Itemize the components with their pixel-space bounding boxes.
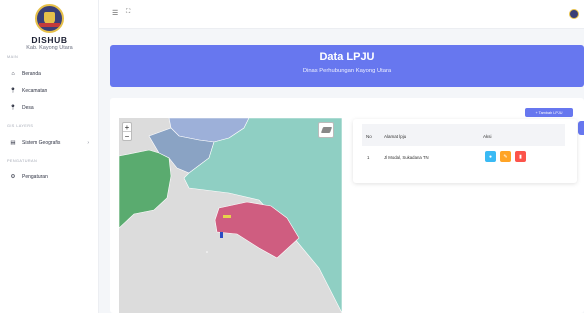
sidebar: DISHUB Kab. Kayong Utara MAIN ⌂ Beranda … <box>0 0 99 313</box>
layers-icon <box>320 127 333 133</box>
section-gis-layers: GIS LAYERS <box>7 124 34 128</box>
zoom-out-button[interactable]: − <box>123 132 131 141</box>
sidebar-item-desa[interactable]: 📍︎ Desa <box>9 104 95 112</box>
sidebar-item-label: Pengaturan <box>22 174 48 180</box>
home-icon: ⌂ <box>11 71 15 77</box>
lpju-marker <box>220 232 223 238</box>
view-button[interactable]: ● <box>485 151 496 162</box>
layers-control[interactable] <box>318 122 334 138</box>
sidebar-item-label: Beranda <box>22 71 41 77</box>
sidebar-item-label: Kecamatan <box>22 88 48 94</box>
hamburger-menu-icon[interactable]: ☰ <box>112 9 118 17</box>
edit-button[interactable]: ✎ <box>500 151 511 162</box>
chevron-right-icon: › <box>87 140 89 146</box>
table-cell-no: 1 <box>367 155 370 160</box>
pin-icon: 📍︎ <box>9 88 17 94</box>
map-view[interactable] <box>119 118 342 313</box>
sidebar-item-pengaturan[interactable]: ⚙ Pengaturan <box>9 173 95 181</box>
user-avatar[interactable] <box>569 9 579 19</box>
fullscreen-icon[interactable]: ⛶ <box>126 9 130 16</box>
sidebar-item-beranda[interactable]: ⌂ Beranda <box>9 70 95 78</box>
column-header-aksi: Aksi <box>483 134 492 139</box>
delete-button[interactable]: ▮ <box>515 151 526 162</box>
zoom-in-button[interactable]: + <box>123 123 131 132</box>
table-cell-alamat: Jl Modal, Sukadana TN <box>384 155 429 160</box>
column-header-alamat: Alamat lpju <box>384 134 407 139</box>
sidebar-item-label: Desa <box>22 105 34 111</box>
region-green <box>119 149 172 229</box>
brand-name: DISHUB <box>31 35 68 45</box>
trash-icon: ▮ <box>519 153 522 160</box>
dishub-logo[interactable] <box>35 4 64 33</box>
page-header-banner: Data LPJU Dinas Perhubungan Kayong Utara <box>110 45 584 87</box>
sidebar-item-label: Sistem Geografis <box>22 140 61 146</box>
edit-icon: ✎ <box>503 153 508 160</box>
sidebar-item-sistem-geografis[interactable]: ▤ Sistem Geografis › <box>9 139 95 147</box>
topbar: ☰ ⛶ <box>99 0 584 29</box>
column-header-no: No <box>366 134 372 139</box>
map-icon: ▤ <box>10 140 16 146</box>
page-title: Data LPJU <box>319 51 375 63</box>
eye-icon: ● <box>488 153 493 160</box>
logo-stripe <box>39 23 60 27</box>
add-lpju-button[interactable]: + Tambah LPJU <box>525 108 573 117</box>
map-dot <box>206 251 208 253</box>
pin-icon: 📍︎ <box>9 105 17 111</box>
gears-icon: ⚙ <box>10 174 16 180</box>
sidebar-item-kecamatan[interactable]: 📍︎ Kecamatan <box>9 87 95 95</box>
map-regions <box>119 118 342 313</box>
section-pengaturan: PENGATURAN <box>7 159 38 163</box>
page-subtitle: Dinas Perhubungan Kayong Utara <box>302 68 392 74</box>
highlight-area <box>223 215 231 218</box>
brand-subtitle: Kab. Kayong Utara <box>26 45 73 51</box>
section-main: MAIN <box>7 55 19 59</box>
zoom-control: + − <box>122 122 132 141</box>
settings-side-tab[interactable] <box>578 121 584 135</box>
